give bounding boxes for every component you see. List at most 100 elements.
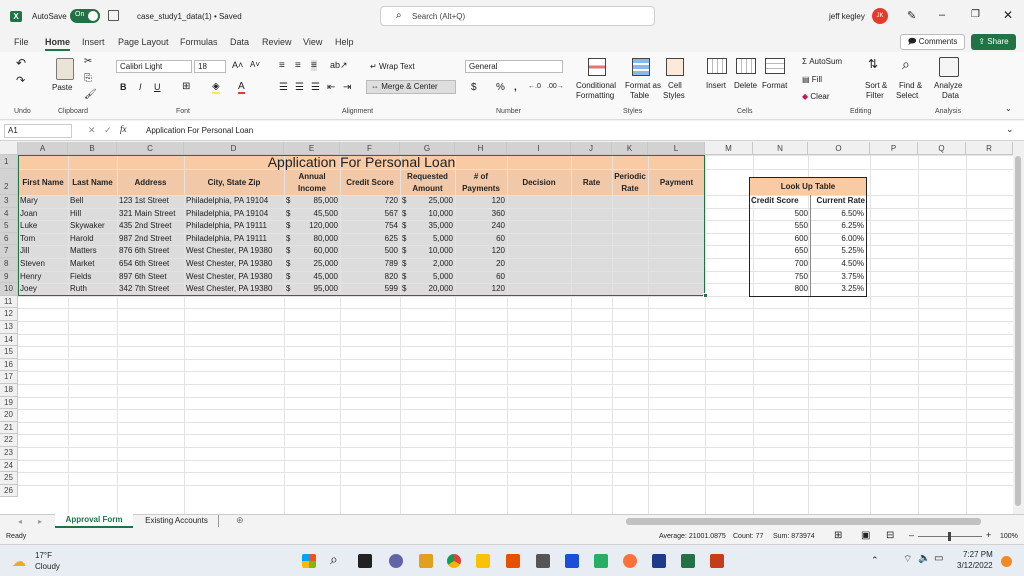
zoom-slider-thumb[interactable] bbox=[948, 532, 951, 541]
enter-icon[interactable]: ✓ bbox=[104, 125, 112, 136]
align-bottom-icon[interactable]: ≡ bbox=[311, 60, 317, 71]
font-color-icon[interactable]: A bbox=[238, 81, 245, 94]
file-name[interactable]: case_study1_data(1) • Saved bbox=[137, 12, 242, 21]
orientation-icon[interactable]: ab↗ bbox=[330, 60, 348, 71]
number-format-select[interactable]: General bbox=[465, 60, 563, 73]
search-box[interactable]: ⌕ Search (Alt+Q) bbox=[380, 6, 655, 26]
normal-view-icon[interactable]: ⊞ bbox=[834, 530, 842, 541]
chat-icon[interactable] bbox=[389, 554, 403, 568]
tab-file[interactable]: File bbox=[14, 37, 29, 47]
format-cells-icon[interactable] bbox=[765, 58, 785, 74]
row-header[interactable]: 23 bbox=[0, 447, 18, 460]
sort-label-1[interactable]: Sort & bbox=[865, 81, 887, 90]
sort-filter-icon[interactable]: ⇅ bbox=[868, 57, 878, 71]
row-header[interactable]: 12 bbox=[0, 308, 18, 321]
row-header[interactable]: 9 bbox=[0, 270, 18, 284]
copy-icon[interactable]: ⎘ bbox=[84, 73, 92, 84]
cell-styles-icon[interactable] bbox=[666, 58, 684, 76]
minimize-icon[interactable]: – bbox=[939, 9, 945, 21]
row-header[interactable]: 6 bbox=[0, 232, 18, 246]
tab-help[interactable]: Help bbox=[335, 37, 354, 47]
vertical-scrollbar[interactable] bbox=[1013, 142, 1024, 514]
row-header[interactable]: 24 bbox=[0, 459, 18, 473]
align-middle-icon[interactable]: ≡ bbox=[295, 60, 301, 71]
percent-icon[interactable]: % bbox=[496, 82, 505, 93]
delete-cells-icon[interactable] bbox=[736, 58, 756, 74]
comments-button[interactable]: 🗩 Comments bbox=[900, 34, 965, 50]
column-header[interactable]: J bbox=[571, 142, 612, 155]
tab-home[interactable]: Home bbox=[45, 37, 71, 51]
column-header[interactable]: A bbox=[18, 142, 68, 155]
decrease-font-icon[interactable]: A˅ bbox=[250, 60, 260, 69]
lookup-credit-score[interactable]: 600 bbox=[749, 233, 810, 245]
table-label[interactable]: Table bbox=[630, 91, 649, 100]
find-label-2[interactable]: Select bbox=[896, 91, 918, 100]
lookup-credit-score[interactable]: 500 bbox=[749, 208, 810, 220]
row-header[interactable]: 17 bbox=[0, 371, 18, 384]
chrome-icon[interactable] bbox=[447, 554, 461, 568]
weather-temp[interactable]: 17°F bbox=[35, 551, 52, 560]
row-header[interactable]: 7 bbox=[0, 245, 18, 258]
lookup-credit-score[interactable]: 800 bbox=[749, 283, 810, 295]
column-header[interactable]: L bbox=[648, 142, 705, 155]
page-break-view-icon[interactable]: ⊟ bbox=[886, 530, 894, 541]
prev-sheet-icon[interactable]: ◂ bbox=[18, 517, 22, 526]
sheet-tab-approval-form[interactable]: Approval Form bbox=[55, 514, 133, 528]
align-right-icon[interactable]: ☰ bbox=[311, 82, 320, 93]
tab-data[interactable]: Data bbox=[230, 37, 249, 47]
analyze-label-2[interactable]: Data bbox=[942, 91, 959, 100]
formula-content[interactable]: Application For Personal Loan bbox=[146, 126, 253, 135]
row-header[interactable]: 8 bbox=[0, 258, 18, 271]
wrap-text-button[interactable]: ↵ Wrap Text bbox=[370, 62, 415, 71]
lookup-credit-score[interactable]: 650 bbox=[749, 245, 810, 257]
cut-icon[interactable]: ✂ bbox=[84, 56, 92, 67]
redo-icon[interactable]: ↷ bbox=[16, 74, 25, 87]
lookup-credit-score[interactable]: 550 bbox=[749, 220, 810, 232]
app-shield-icon[interactable] bbox=[652, 554, 666, 568]
align-top-icon[interactable]: ≡ bbox=[279, 60, 285, 71]
column-header[interactable]: N bbox=[753, 142, 808, 155]
user-name[interactable]: jeff kegley bbox=[829, 12, 865, 21]
task-view-icon[interactable] bbox=[358, 554, 372, 568]
column-header[interactable]: Q bbox=[918, 142, 966, 155]
row-header[interactable]: 5 bbox=[0, 220, 18, 233]
row-header[interactable]: 19 bbox=[0, 396, 18, 410]
autosave-toggle[interactable]: On bbox=[70, 9, 100, 23]
add-sheet-icon[interactable]: ⊕ bbox=[236, 515, 244, 526]
fill-color-icon[interactable]: ◈ bbox=[212, 81, 220, 94]
row-header[interactable]: 26 bbox=[0, 484, 18, 498]
analyze-label-1[interactable]: Analyze bbox=[934, 81, 962, 90]
row-header[interactable]: 11 bbox=[0, 295, 18, 309]
row-header[interactable]: 1 bbox=[0, 155, 18, 169]
column-header[interactable]: P bbox=[870, 142, 918, 155]
cancel-icon[interactable]: ✕ bbox=[88, 125, 96, 136]
conditional-label[interactable]: Conditional bbox=[576, 81, 616, 90]
name-box[interactable]: A1 bbox=[4, 124, 72, 138]
show-hidden-icons[interactable]: ⌃ bbox=[871, 555, 879, 566]
store-icon[interactable] bbox=[506, 554, 520, 568]
paste-label[interactable]: Paste bbox=[52, 83, 72, 92]
lookup-rate[interactable]: 3.75% bbox=[809, 271, 866, 283]
undo-icon[interactable]: ↶ bbox=[16, 56, 26, 70]
weather-icon[interactable]: ☁ bbox=[12, 553, 26, 570]
formatting-label[interactable]: Formatting bbox=[576, 91, 614, 100]
tab-page-layout[interactable]: Page Layout bbox=[118, 37, 169, 47]
cell-label[interactable]: Cell bbox=[668, 81, 682, 90]
page-layout-view-icon[interactable]: ▣ bbox=[861, 530, 870, 541]
row-header[interactable]: 2 bbox=[0, 169, 18, 195]
tab-formulas[interactable]: Formulas bbox=[180, 37, 218, 47]
excel-taskbar-icon[interactable] bbox=[681, 554, 695, 568]
expand-formula-icon[interactable]: ⌄ bbox=[1006, 124, 1014, 135]
horizontal-scrollbar[interactable] bbox=[626, 518, 981, 525]
indent-decrease-icon[interactable]: ⇤ bbox=[327, 82, 335, 93]
sort-label-2[interactable]: Filter bbox=[866, 91, 884, 100]
styles-button-label[interactable]: Styles bbox=[663, 91, 685, 100]
lookup-rate[interactable]: 5.25% bbox=[809, 245, 866, 257]
vertical-scroll-thumb[interactable] bbox=[1015, 156, 1021, 506]
row-header[interactable]: 15 bbox=[0, 346, 18, 359]
clear-button[interactable]: ◆ Clear bbox=[802, 92, 830, 101]
share-button[interactable]: ⇪ Share bbox=[971, 34, 1016, 50]
zoom-in-icon[interactable]: + bbox=[986, 530, 991, 540]
column-header[interactable]: M bbox=[705, 142, 753, 155]
app-blue-icon[interactable] bbox=[565, 554, 579, 568]
